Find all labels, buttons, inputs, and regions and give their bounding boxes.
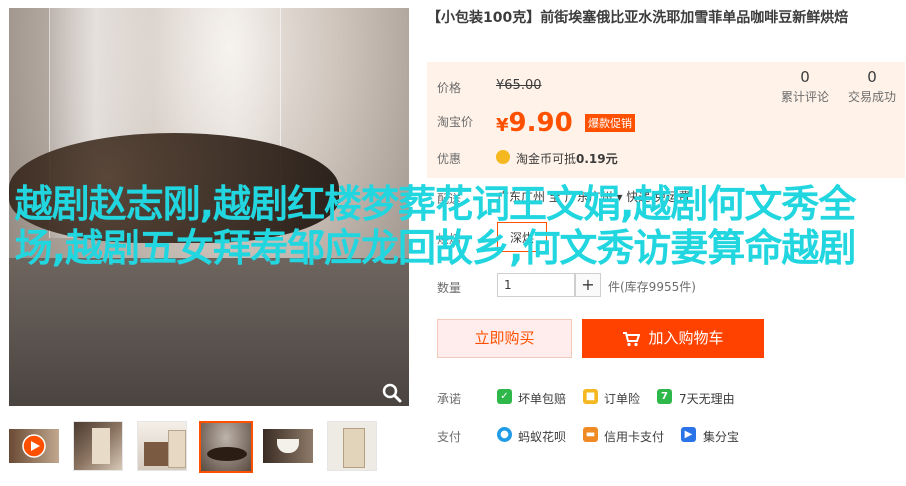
promo-badge: 爆款促销 [585,114,635,132]
sales-count-value: 0 [867,68,877,86]
thumbnail-5[interactable] [263,421,313,471]
review-count-label: 累计评论 [780,90,829,104]
lock-icon: ■ [583,389,598,404]
promise-item-1[interactable]: 坏单包赔 [518,390,566,407]
zoom-icon[interactable] [381,382,403,404]
jifenbao-icon: ▶ [681,427,696,442]
cart-icon [623,331,641,346]
table-surface [9,258,409,406]
thumbnail-3[interactable] [137,421,187,471]
promise-item-3[interactable]: 7天无理由 [679,390,735,407]
taojinbi-coin-icon [496,150,510,164]
seven-day-icon: 7 [657,389,672,404]
thumbnail-2[interactable] [73,421,123,471]
add-to-cart-button[interactable]: 加入购物车 [582,319,764,358]
thumbnail-video[interactable] [9,421,59,471]
promise-item-2[interactable]: 订单险 [604,390,640,407]
shield-icon: ✓ [497,389,512,404]
current-price-value: 9.90 [508,108,573,138]
price-label: 价格 [437,81,462,95]
sales-count-label: 交易成功 [847,90,896,104]
quantity-plus-button[interactable]: + [575,273,601,297]
product-title: 【小包装100克】前街埃塞俄比亚水洗耶加雪菲单品咖啡豆新鲜烘焙 [427,10,849,26]
coin-discount-amount: 0.19元 [576,152,618,166]
pay-item-2[interactable]: 信用卡支付 [604,428,664,445]
payment-label: 支付 [437,430,462,444]
price-panel: 价格 ¥65.00 淘宝价 ¥9.90 爆款促销 0 累计评论 0 交易成功 优… [427,62,905,178]
taobao-price-label: 淘宝价 [437,115,474,129]
huabei-icon: ● [497,427,512,442]
sales-count: 0 交易成功 [842,68,902,105]
pay-item-1[interactable]: 蚂蚁花呗 [518,428,566,445]
credit-card-icon: ▬ [583,427,598,442]
review-count-value: 0 [800,68,810,86]
current-price: ¥9.90 [496,108,573,138]
promise-label: 承诺 [437,392,462,406]
pay-item-3[interactable]: 集分宝 [703,428,739,445]
quantity-input[interactable]: 1 [497,273,575,297]
coin-discount: 淘金币可抵0.19元 [516,150,618,167]
quantity-label: 数量 [437,281,462,295]
add-to-cart-label: 加入购物车 [648,329,724,347]
review-count[interactable]: 0 累计评论 [775,68,835,105]
stock-text: 件(库存9955件) [608,280,696,294]
coin-discount-prefix: 淘金币可抵 [516,152,577,166]
buy-now-button[interactable]: 立即购买 [437,319,572,358]
original-price: ¥65.00 [496,78,542,93]
overlay-caption: 越剧赵志刚,越剧红楼梦葬花词王文娟,越剧何文秀全场,越剧五女拜寿邹应龙回故乡,何… [14,182,857,270]
currency-symbol: ¥ [496,115,509,136]
play-icon [22,434,46,458]
discount-label: 优惠 [437,152,462,166]
thumbnail-strip [9,421,409,473]
thumbnail-6[interactable] [327,421,377,471]
thumbnail-4-selected[interactable] [199,421,253,473]
